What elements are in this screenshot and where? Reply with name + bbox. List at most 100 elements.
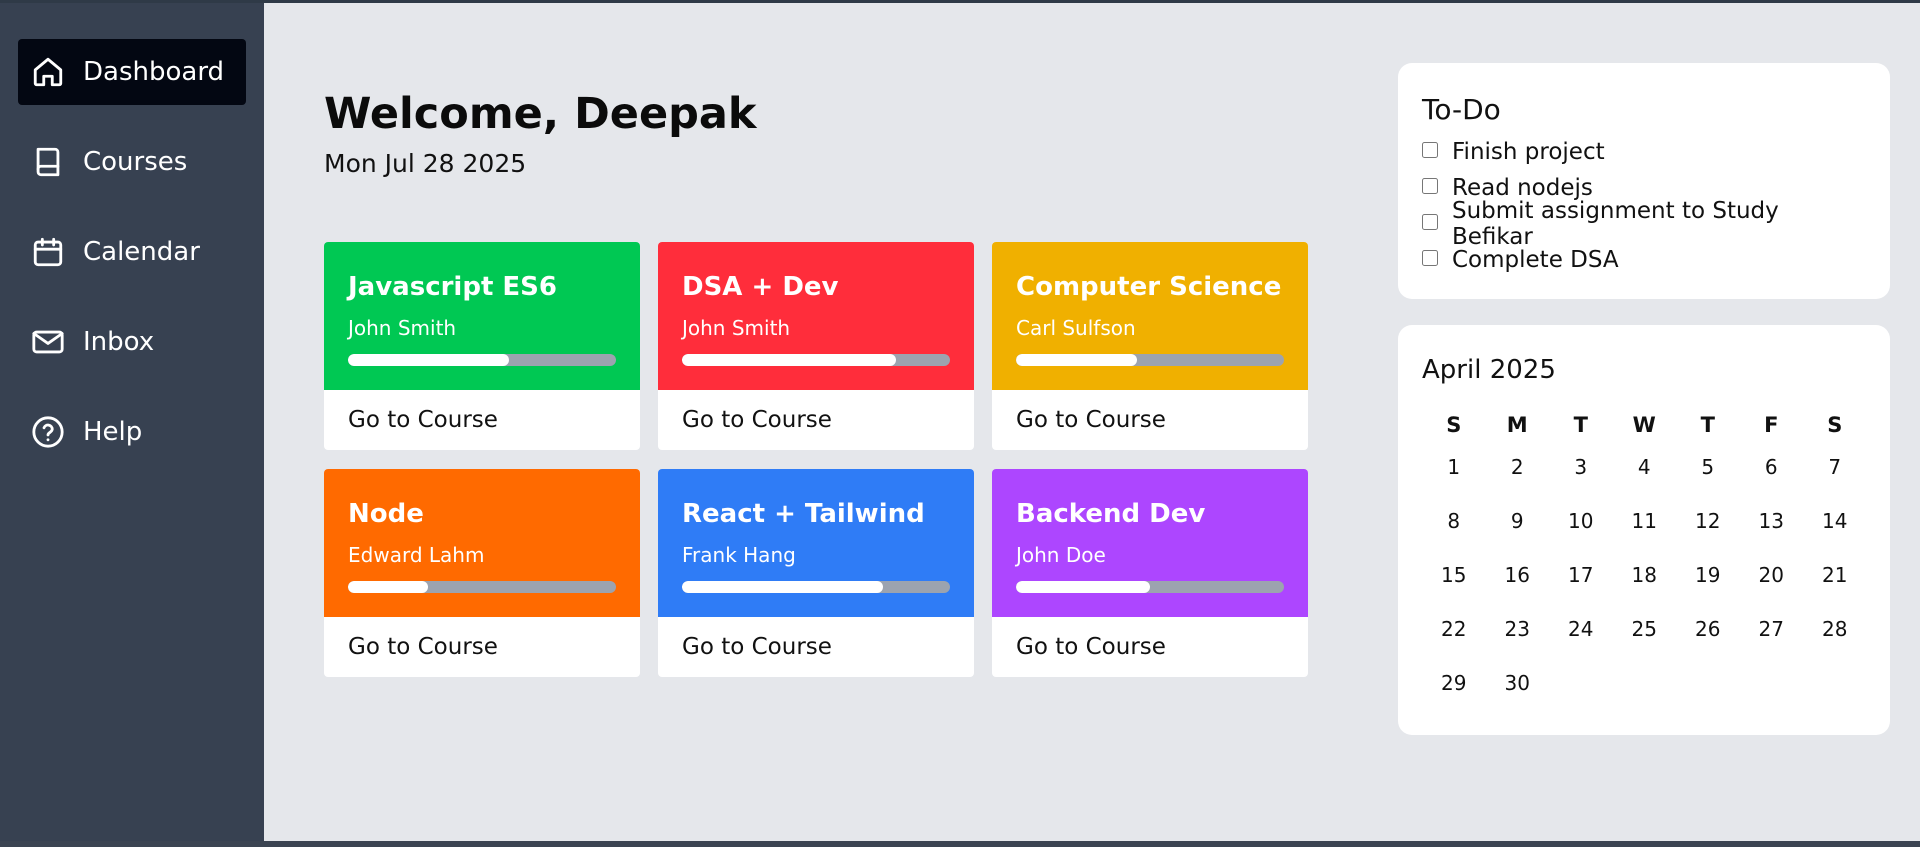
todo-checkbox[interactable] — [1422, 214, 1438, 230]
course-card: Backend Dev John Doe Go to Course — [992, 469, 1308, 677]
go-to-course-button[interactable]: Go to Course — [992, 390, 1308, 450]
home-icon — [31, 55, 65, 89]
calendar-day[interactable]: 19 — [1676, 553, 1740, 607]
calendar-day[interactable]: 17 — [1549, 553, 1613, 607]
course-card: Node Edward Lahm Go to Course — [324, 469, 640, 677]
calendar-day[interactable]: 9 — [1486, 499, 1550, 553]
calendar-day[interactable]: 18 — [1613, 553, 1677, 607]
course-title: DSA + Dev — [682, 272, 839, 302]
calendar-day[interactable]: 22 — [1422, 607, 1486, 661]
course-progress-bar — [1016, 581, 1284, 593]
calendar-day[interactable]: 21 — [1803, 553, 1867, 607]
calendar-day[interactable]: 30 — [1486, 661, 1550, 715]
course-author: John Smith — [348, 316, 457, 340]
weekday-header: M — [1506, 413, 1528, 437]
todo-item[interactable]: Finish project — [1422, 134, 1866, 170]
current-date: Mon Jul 28 2025 — [324, 149, 527, 178]
calendar-day[interactable]: 27 — [1740, 607, 1804, 661]
sidebar-item-label: Calendar — [83, 237, 200, 267]
help-circle-icon — [31, 415, 65, 449]
course-progress-bar — [348, 581, 616, 593]
course-author: Edward Lahm — [348, 543, 485, 567]
calendar-day[interactable]: 10 — [1549, 499, 1613, 553]
sidebar-item-dashboard[interactable]: Dashboard — [18, 39, 246, 105]
calendar-day[interactable]: 1 — [1422, 445, 1486, 499]
course-author: John Smith — [682, 316, 791, 340]
calendar-day[interactable]: 14 — [1803, 499, 1867, 553]
sidebar-item-label: Inbox — [83, 327, 155, 357]
sidebar-item-inbox[interactable]: Inbox — [18, 309, 246, 375]
course-card: DSA + Dev John Smith Go to Course — [658, 242, 974, 450]
todo-checkbox[interactable] — [1422, 178, 1438, 194]
calendar-day[interactable]: 2 — [1486, 445, 1550, 499]
calendar-day[interactable]: 4 — [1613, 445, 1677, 499]
course-progress-fill — [682, 354, 897, 366]
sidebar-item-courses[interactable]: Courses — [18, 129, 246, 195]
mail-icon — [31, 325, 65, 359]
course-title: Computer Science — [1016, 272, 1282, 302]
calendar-day[interactable]: 25 — [1613, 607, 1677, 661]
course-card-header: Computer Science Carl Sulfson — [992, 242, 1308, 390]
todo-title: To-Do — [1422, 93, 1501, 126]
sidebar: Dashboard Courses Calendar Inbox Help — [0, 3, 264, 841]
course-progress-fill — [1016, 354, 1137, 366]
sidebar-item-label: Courses — [83, 147, 188, 177]
sidebar-item-label: Help — [83, 417, 143, 447]
course-card-header: Node Edward Lahm — [324, 469, 640, 617]
course-progress-fill — [1016, 581, 1150, 593]
calendar-day[interactable]: 12 — [1676, 499, 1740, 553]
weekday-header: W — [1632, 413, 1656, 437]
calendar-month-title: April 2025 — [1422, 355, 1556, 385]
calendar-day[interactable]: 28 — [1803, 607, 1867, 661]
todo-item-label: Finish project — [1452, 139, 1605, 165]
todo-item-label: Submit assignment to Study Befikar — [1451, 198, 1779, 250]
course-title: React + Tailwind — [682, 499, 925, 529]
calendar-day[interactable]: 7 — [1803, 445, 1867, 499]
calendar-day[interactable]: 3 — [1549, 445, 1613, 499]
weekday-header: T — [1573, 413, 1588, 437]
calendar-panel: April 2025 S M T W T F S 1 2 3 4 5 6 7 8 9 10 11 12… — [1398, 325, 1890, 735]
calendar-day[interactable]: 13 — [1740, 499, 1804, 553]
weekday-header: F — [1764, 413, 1779, 437]
course-title: Javascript ES6 — [348, 272, 558, 302]
calendar-grid: S M T W T F S 1 2 3 4 5 6 7 8 9 10 11 12 13 14 15 16 17 1… — [1422, 405, 1866, 715]
go-to-course-button[interactable]: Go to Course — [658, 617, 974, 677]
page-title: Welcome, Deepak — [324, 89, 757, 139]
calendar-day[interactable]: 20 — [1740, 553, 1804, 607]
course-card: React + Tailwind Frank Hang Go to Course — [658, 469, 974, 677]
calendar-day[interactable]: 5 — [1676, 445, 1740, 499]
todo-panel: To-Do Finish project Read nodejs Submit … — [1398, 63, 1890, 299]
sidebar-item-help[interactable]: Help — [18, 399, 246, 465]
go-to-course-button[interactable]: Go to Course — [992, 617, 1308, 677]
calendar-day[interactable]: 26 — [1676, 607, 1740, 661]
course-card-header: DSA + Dev John Smith — [658, 242, 974, 390]
calendar-day[interactable]: 8 — [1422, 499, 1486, 553]
todo-item-label: Complete DSA — [1452, 247, 1619, 273]
course-progress-bar — [1016, 354, 1284, 366]
course-author: Frank Hang — [682, 543, 796, 567]
calendar-day[interactable]: 24 — [1549, 607, 1613, 661]
todo-checkbox[interactable] — [1422, 250, 1438, 266]
calendar-day[interactable]: 23 — [1486, 607, 1550, 661]
book-icon — [31, 145, 65, 179]
course-author: Carl Sulfson — [1016, 316, 1136, 340]
todo-item[interactable]: Submit assignment to Study Befikar — [1422, 198, 1866, 250]
todo-checkbox[interactable] — [1422, 142, 1438, 158]
course-card-header: Backend Dev John Doe — [992, 469, 1308, 617]
go-to-course-button[interactable]: Go to Course — [324, 390, 640, 450]
course-progress-bar — [682, 581, 950, 593]
sidebar-item-label: Dashboard — [83, 57, 225, 87]
course-card: Computer Science Carl Sulfson Go to Cour… — [992, 242, 1308, 450]
calendar-day[interactable]: 29 — [1422, 661, 1486, 715]
calendar-day[interactable]: 15 — [1422, 553, 1486, 607]
go-to-course-button[interactable]: Go to Course — [658, 390, 974, 450]
course-card-header: React + Tailwind Frank Hang — [658, 469, 974, 617]
calendar-day[interactable]: 6 — [1740, 445, 1804, 499]
calendar-day[interactable]: 11 — [1613, 499, 1677, 553]
sidebar-item-calendar[interactable]: Calendar — [18, 219, 246, 285]
weekday-header: S — [1446, 413, 1462, 437]
course-progress-bar — [682, 354, 950, 366]
go-to-course-button[interactable]: Go to Course — [324, 617, 640, 677]
calendar-day[interactable]: 16 — [1486, 553, 1550, 607]
course-progress-fill — [348, 354, 509, 366]
